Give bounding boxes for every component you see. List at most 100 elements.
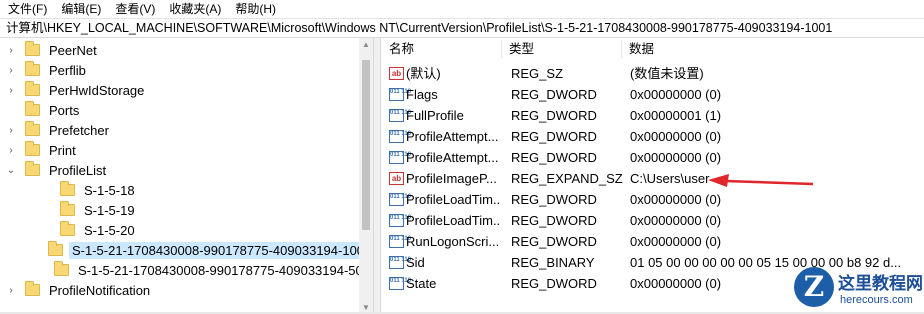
- binary-value-icon: 011 110: [389, 235, 411, 248]
- registry-tree: › PeerNet › Perflib › PerHwIdStorage Ports › Pre…: [0, 38, 373, 314]
- binary-value-icon: 011 110: [389, 193, 411, 206]
- tree-item-label: S-1-5-21-1708430008-990178775-409033194-…: [77, 262, 370, 278]
- expand-chevron-icon[interactable]: ⌄: [5, 160, 17, 180]
- expand-chevron-icon[interactable]: ›: [5, 280, 17, 300]
- value-row[interactable]: 011 110 FullProfile REG_DWORD 0x00000001 (1…: [381, 105, 924, 126]
- value-row[interactable]: ab (默认) REG_SZ (数值未设置): [381, 63, 924, 84]
- value-type: REG_DWORD: [511, 150, 597, 165]
- menu-bar: 文件(F) 编辑(E) 查看(V) 收藏夹(A) 帮助(H): [0, 0, 924, 18]
- expand-chevron-icon[interactable]: ›: [5, 60, 17, 80]
- value-type: REG_DWORD: [511, 108, 597, 123]
- value-name: ProfileAttempt...: [406, 150, 499, 165]
- tree-item-label: PerHwIdStorage: [49, 82, 145, 98]
- column-header-data[interactable]: 数据: [621, 38, 921, 60]
- tree-item[interactable]: › ProfileNotification: [0, 280, 373, 300]
- binary-value-icon: 011 110: [389, 88, 411, 101]
- tree-item-label: S-1-5-18: [84, 182, 135, 198]
- tree-item-label: Prefetcher: [49, 122, 109, 138]
- tree-scrollbar[interactable]: ▲ ▼: [359, 38, 373, 314]
- column-header-type[interactable]: 类型: [501, 38, 621, 60]
- value-data: 0x00000001 (1): [630, 108, 722, 123]
- value-type: REG_DWORD: [511, 129, 597, 144]
- pane-splitter[interactable]: [373, 38, 381, 314]
- folder-icon: [25, 81, 40, 96]
- value-row[interactable]: 011 110 RunLogonScri... REG_DWORD 0x0000000…: [381, 231, 924, 252]
- menu-view[interactable]: 查看(V): [107, 0, 161, 18]
- binary-value-icon: 011 110: [389, 214, 411, 227]
- folder-icon: [25, 61, 40, 76]
- tree-item[interactable]: › Print: [0, 140, 373, 160]
- tree-item[interactable]: S-1-5-20: [0, 220, 373, 240]
- address-bar[interactable]: 计算机\HKEY_LOCAL_MACHINE\SOFTWARE\Microsof…: [0, 18, 924, 38]
- tree-item[interactable]: › PerHwIdStorage: [0, 80, 373, 100]
- value-type: REG_BINARY: [511, 255, 595, 270]
- folder-icon: [25, 101, 40, 116]
- folder-icon: [53, 261, 69, 276]
- tree-item[interactable]: ⌄ ProfileList: [0, 160, 373, 180]
- value-name: State: [406, 276, 437, 291]
- expand-chevron-icon[interactable]: ›: [5, 120, 17, 140]
- folder-icon: [25, 121, 40, 136]
- value-type: REG_DWORD: [511, 234, 597, 249]
- tree-item[interactable]: S-1-5-21-1708430008-990178775-409033194-…: [0, 260, 373, 280]
- column-header-name[interactable]: 名称: [381, 38, 501, 60]
- string-value-icon: ab: [389, 172, 404, 185]
- menu-edit[interactable]: 编辑(E): [53, 0, 107, 18]
- value-row[interactable]: 011 110 ProfileAttempt... REG_DWORD 0x00000…: [381, 147, 924, 168]
- value-data: 0x00000000 (0): [630, 87, 722, 102]
- tree-item[interactable]: S-1-5-18: [0, 180, 373, 200]
- tree-item[interactable]: › Perflib: [0, 60, 373, 80]
- value-row[interactable]: 011 110 Flags REG_DWORD 0x00000000 (0): [381, 84, 924, 105]
- binary-value-icon: 011 110: [389, 277, 411, 290]
- scroll-down-icon[interactable]: ▼: [362, 303, 370, 312]
- tree-item[interactable]: › PeerNet: [0, 40, 373, 60]
- tree-item[interactable]: S-1-5-21-1708430008-990178775-409033194-…: [0, 240, 373, 260]
- value-data: 0x00000000 (0): [630, 213, 722, 228]
- value-type: REG_DWORD: [511, 192, 597, 207]
- value-row[interactable]: 011 110 ProfileLoadTim... REG_DWORD 0x00000…: [381, 210, 924, 231]
- binary-value-icon: 011 110: [389, 256, 411, 269]
- value-type: REG_EXPAND_SZ: [511, 171, 623, 186]
- value-name: (默认): [406, 66, 441, 81]
- tree-item[interactable]: Ports: [0, 100, 373, 120]
- value-data: 0x00000000 (0): [630, 192, 722, 207]
- menu-help[interactable]: 帮助(H): [227, 0, 282, 18]
- tree-item[interactable]: › Prefetcher: [0, 120, 373, 140]
- value-row[interactable]: 011 110 ProfileLoadTim... REG_DWORD 0x00000…: [381, 189, 924, 210]
- value-type: REG_DWORD: [511, 87, 597, 102]
- binary-value-icon: 011 110: [389, 109, 411, 122]
- tree-item-label: Perflib: [49, 62, 86, 78]
- tree-item-label: S-1-5-20: [84, 222, 135, 238]
- binary-value-icon: 011 110: [389, 130, 411, 143]
- tree-item[interactable]: S-1-5-19: [0, 200, 373, 220]
- menu-file[interactable]: 文件(F): [0, 0, 53, 18]
- folder-icon: [25, 161, 40, 176]
- expand-chevron-icon[interactable]: ›: [5, 40, 17, 60]
- scrollbar-thumb[interactable]: [362, 60, 370, 230]
- value-data: (数值未设置): [630, 66, 704, 81]
- value-data: 0x00000000 (0): [630, 129, 722, 144]
- value-row[interactable]: 011 110 ProfileAttempt... REG_DWORD 0x00000…: [381, 126, 924, 147]
- tree-item-label: PeerNet: [49, 42, 97, 58]
- binary-value-icon: 011 110: [389, 151, 411, 164]
- watermark-badge: Z: [794, 267, 834, 307]
- expand-chevron-icon[interactable]: ›: [5, 140, 17, 160]
- value-row[interactable]: ab ProfileImageP... REG_EXPAND_SZ C:\Users\…: [381, 168, 924, 189]
- tree-item-label: ProfileList: [49, 162, 107, 178]
- scroll-up-icon[interactable]: ▲: [362, 40, 370, 49]
- value-type: REG_DWORD: [511, 276, 597, 291]
- value-name: Flags: [406, 87, 438, 102]
- menu-favorites[interactable]: 收藏夹(A): [161, 0, 227, 18]
- value-data: 0x00000000 (0): [630, 234, 722, 249]
- expand-chevron-icon[interactable]: ›: [5, 80, 17, 100]
- red-arrow-annotation: [708, 174, 814, 187]
- value-name: FullProfile: [406, 108, 464, 123]
- folder-icon: [25, 281, 40, 296]
- folder-icon: [60, 221, 75, 236]
- tree-item-label: Print: [49, 142, 76, 158]
- watermark-url: herecours.com: [840, 294, 913, 306]
- value-name: ProfileImageP...: [406, 171, 497, 186]
